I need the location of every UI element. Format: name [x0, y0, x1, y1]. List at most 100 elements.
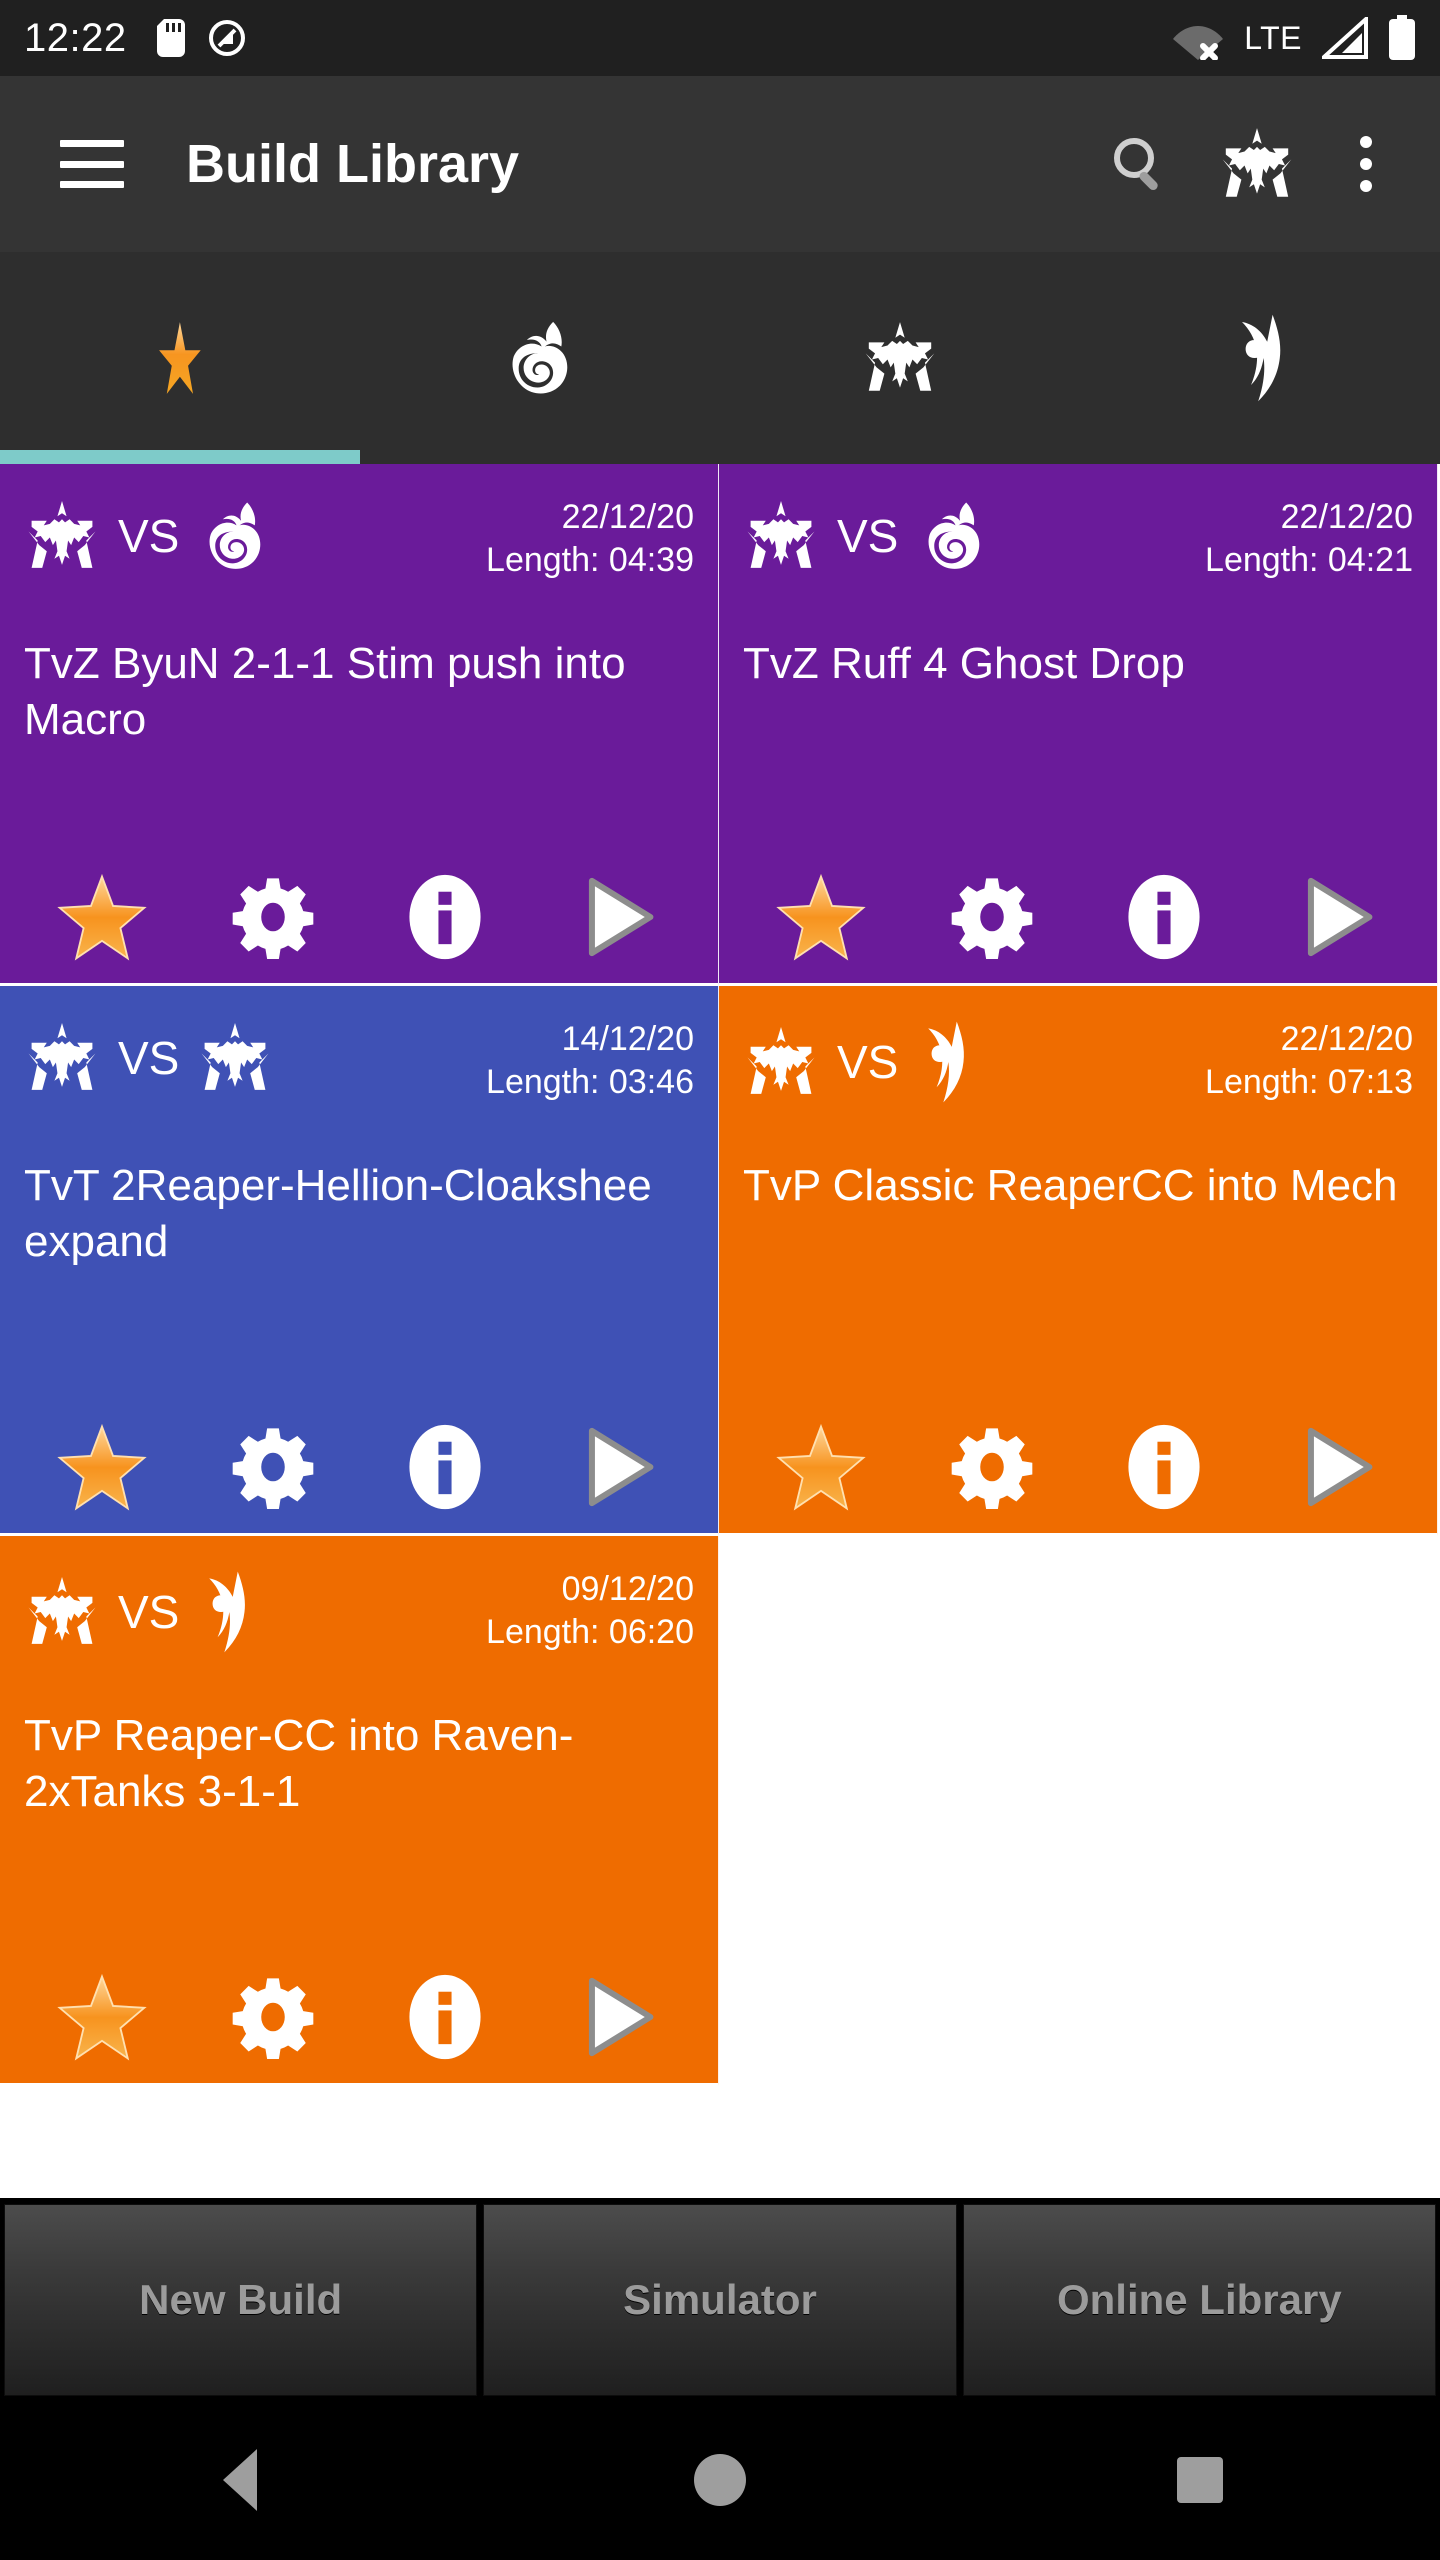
- build-date: 22/12/20: [1280, 498, 1413, 536]
- matchup: VS: [743, 1012, 974, 1104]
- zerg-icon: [512, 321, 568, 394]
- build-card-header: VS 22/12/20 Length: 07:13: [743, 1012, 1413, 1124]
- build-card-header: VS 09/12/20 Length: 06:20: [24, 1562, 694, 1674]
- play-icon[interactable]: [531, 874, 703, 960]
- build-date: 14/12/20: [561, 1020, 694, 1058]
- build-card[interactable]: VS 14/12/20 Length: 03:46 TvT 2Reaper-He…: [0, 986, 719, 1536]
- terran-icon: [201, 1023, 269, 1090]
- wifi-off-icon: [1172, 16, 1224, 61]
- build-card-header: VS 22/12/20 Length: 04:39: [24, 490, 694, 602]
- build-card[interactable]: VS 09/12/20 Length: 06:20 TvP Reaper-CC …: [0, 1536, 719, 2086]
- terran-race-filter-icon[interactable]: [1218, 125, 1296, 203]
- build-grid: VS 22/12/20 Length: 04:39 TvZ ByuN 2-1-1…: [0, 464, 1440, 2086]
- silent-mode-icon: [207, 18, 247, 58]
- vs-label: VS: [837, 510, 899, 562]
- info-icon[interactable]: [1078, 873, 1250, 961]
- favorite-star-icon[interactable]: [16, 1971, 188, 2063]
- build-length: Length: 03:46: [486, 1062, 694, 1101]
- battery-full-icon: [1388, 15, 1416, 61]
- build-length: Length: 04:21: [1205, 540, 1413, 579]
- matchup: VS: [743, 490, 992, 574]
- info-icon[interactable]: [359, 873, 531, 961]
- recents-nav-icon[interactable]: [1120, 2400, 1280, 2560]
- gear-icon[interactable]: [188, 1975, 360, 2059]
- hamburger-line: [60, 181, 124, 188]
- favorite-star-icon[interactable]: [735, 1421, 907, 1513]
- build-meta: 22/12/20 Length: 04:39: [486, 490, 694, 582]
- terran-icon: [28, 501, 96, 568]
- protoss-icon: [928, 1021, 965, 1103]
- vs-label: VS: [118, 510, 180, 562]
- favorite-star-icon[interactable]: [16, 1421, 188, 1513]
- protoss-icon: [1242, 314, 1281, 402]
- tab-terran[interactable]: [720, 252, 1080, 464]
- terran-icon: [865, 322, 935, 391]
- build-card[interactable]: VS 22/12/20 Length: 04:39 TvZ ByuN 2-1-1…: [0, 464, 719, 986]
- status-right-icons: LTE: [1172, 14, 1416, 61]
- back-nav-icon[interactable]: [160, 2400, 320, 2560]
- play-icon[interactable]: [1250, 874, 1422, 960]
- build-card-actions: [0, 1971, 718, 2063]
- matchup: VS: [24, 1562, 255, 1654]
- cellular-signal-icon: [1318, 14, 1368, 59]
- sd-card-icon: [156, 19, 185, 57]
- build-card-header: VS 22/12/20 Length: 04:21: [743, 490, 1413, 602]
- build-date: 09/12/20: [561, 1570, 694, 1608]
- home-circle: [694, 2454, 746, 2506]
- build-date: 22/12/20: [561, 498, 694, 536]
- build-card[interactable]: VS 22/12/20 Length: 07:13 TvP Classic Re…: [719, 986, 1438, 1536]
- vs-label: VS: [118, 1586, 180, 1638]
- gear-icon[interactable]: [188, 1425, 360, 1509]
- hamburger-line: [60, 140, 124, 147]
- build-card-header: VS 14/12/20 Length: 03:46: [24, 1012, 694, 1124]
- online-library-button[interactable]: Online Library: [962, 2204, 1436, 2396]
- build-length: Length: 07:13: [1205, 1062, 1413, 1101]
- play-icon[interactable]: [531, 1974, 703, 2060]
- favorite-star-icon[interactable]: [16, 871, 188, 963]
- vs-label: VS: [837, 1036, 899, 1088]
- tab-zerg[interactable]: [360, 252, 720, 464]
- system-navigation-bar: [0, 2400, 1440, 2560]
- hamburger-line: [60, 160, 124, 168]
- tab-favorites[interactable]: [0, 252, 360, 464]
- build-card-actions: [0, 871, 718, 963]
- app-bar: Build Library: [0, 76, 1440, 252]
- home-nav-icon[interactable]: [640, 2400, 800, 2560]
- simulator-button[interactable]: Simulator: [483, 2204, 957, 2396]
- build-length: Length: 06:20: [486, 1612, 694, 1651]
- build-card[interactable]: VS 22/12/20 Length: 04:21 TvZ Ruff 4 Gho…: [719, 464, 1438, 986]
- bottom-action-bar: New Build Simulator Online Library: [0, 2198, 1440, 2400]
- favorite-star-icon[interactable]: [735, 871, 907, 963]
- tab-protoss[interactable]: [1080, 252, 1440, 464]
- build-date: 22/12/20: [1280, 1020, 1413, 1058]
- terran-icon: [28, 1023, 96, 1090]
- overflow-menu-icon[interactable]: [1342, 130, 1390, 198]
- gear-icon[interactable]: [907, 875, 1079, 959]
- build-card-actions: [0, 1421, 718, 1513]
- protoss-icon: [209, 1571, 246, 1653]
- play-icon[interactable]: [531, 1424, 703, 1510]
- terran-icon: [747, 1027, 815, 1094]
- info-icon[interactable]: [359, 1423, 531, 1511]
- tab-selection-indicator: [0, 450, 360, 464]
- zerg-icon: [209, 502, 261, 569]
- gear-icon[interactable]: [188, 875, 360, 959]
- star-icon: [159, 322, 201, 394]
- info-icon[interactable]: [1078, 1423, 1250, 1511]
- hamburger-menu-icon[interactable]: [60, 140, 124, 188]
- build-card-actions: [719, 871, 1437, 963]
- network-type-label: LTE: [1244, 19, 1302, 56]
- zerg-icon: [928, 502, 980, 569]
- status-bar: 12:22 LTE: [0, 0, 1440, 76]
- gear-icon[interactable]: [907, 1425, 1079, 1509]
- build-card-actions: [719, 1421, 1437, 1513]
- build-meta: 14/12/20 Length: 03:46: [486, 1012, 694, 1104]
- terran-icon: [747, 501, 815, 568]
- build-meta: 09/12/20 Length: 06:20: [486, 1562, 694, 1654]
- play-icon[interactable]: [1250, 1424, 1422, 1510]
- new-build-button[interactable]: New Build: [4, 2204, 478, 2396]
- search-icon[interactable]: [1108, 132, 1172, 196]
- vs-label: VS: [118, 1032, 180, 1084]
- app-screen: 12:22 LTE Build Library VS 22/12/20 Leng…: [0, 0, 1440, 2560]
- info-icon[interactable]: [359, 1973, 531, 2061]
